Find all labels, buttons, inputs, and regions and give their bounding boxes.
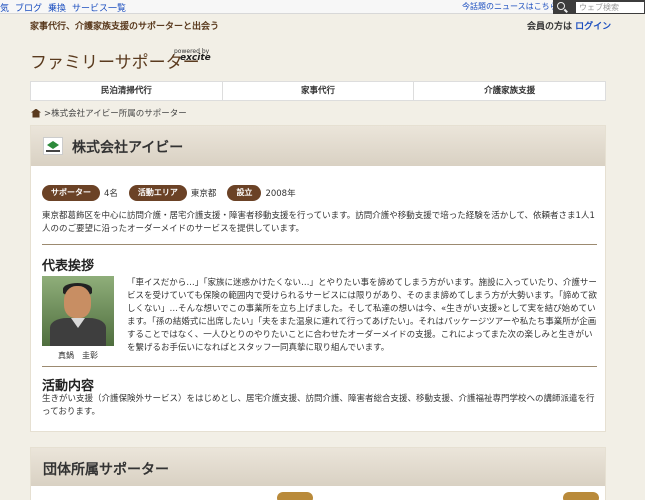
company-header: 株式会社アイビー bbox=[31, 126, 605, 166]
member-prefix: 会員の方は bbox=[527, 22, 573, 32]
company-logo-icon bbox=[43, 137, 63, 155]
home-icon[interactable] bbox=[31, 108, 41, 118]
login-link[interactable]: ログイン bbox=[575, 22, 611, 32]
search-input[interactable]: ウェブ検索 bbox=[576, 2, 644, 13]
search-icon[interactable] bbox=[557, 2, 565, 10]
nav-item-minpaku[interactable]: 民泊清掃代行 bbox=[31, 82, 223, 100]
web-search: ウェブ検索 bbox=[553, 0, 645, 14]
greeting-heading: 代表挨拶 bbox=[42, 259, 95, 274]
excite-logo[interactable]: excite bbox=[180, 54, 211, 63]
divider bbox=[42, 366, 597, 367]
breadcrumb-current: >株式会社アイビー所属のサポーター bbox=[44, 109, 187, 119]
company-card: 株式会社アイビー サポーター 4名 活動エリア 東京都 設立 2008年 東京都… bbox=[30, 125, 606, 432]
representative-photo bbox=[42, 276, 114, 346]
established-value: 2008年 bbox=[265, 189, 296, 199]
photo-face bbox=[64, 286, 91, 318]
site-tagline: 家事代行、介護家族支援のサポーターと出会う bbox=[30, 22, 220, 32]
area-value: 東京都 bbox=[190, 189, 217, 199]
supporters-label: サポーター bbox=[42, 185, 100, 201]
top-links: 気 ブログ 乗換 サービス一覧 bbox=[0, 1, 132, 14]
company-description: 東京都葛飾区を中心に訪問介護・居宅介護支援・障害者移動支援を行っています。訪問介… bbox=[42, 211, 595, 234]
activity-text: 生きがい支援（介護保険外サービス）をはじめとし、居宅介護支援、訪問介護、障害者総… bbox=[42, 394, 595, 417]
supporter-badge bbox=[277, 492, 313, 500]
member-login: 会員の方は ログイン bbox=[527, 19, 611, 32]
established-label: 設立 bbox=[227, 185, 262, 201]
area-label: 活動エリア bbox=[128, 185, 187, 201]
breadcrumb: >株式会社アイビー所属のサポーター bbox=[31, 107, 187, 119]
top-link-ki[interactable]: 気 bbox=[0, 1, 15, 14]
top-link-transit[interactable]: 乗換 bbox=[48, 1, 72, 14]
nav-item-housekeeping[interactable]: 家事代行 bbox=[223, 82, 415, 100]
top-bar: 気 ブログ 乗換 サービス一覧 今話題のニュースはこちら ウェブ検索 bbox=[0, 0, 645, 14]
news-link[interactable]: 今話題のニュースはこちら bbox=[462, 1, 558, 12]
greeting-text: 「車イスだから…」「家族に迷惑かけたくない…」とやりたい事を諦めてしまう方がいま… bbox=[127, 278, 597, 353]
representative-name: 真鍋 圭彰 bbox=[58, 351, 98, 360]
powered-by: powered by excite bbox=[174, 48, 211, 63]
main-nav: 民泊清掃代行 家事代行 介護家族支援 bbox=[30, 81, 606, 101]
group-header: 団体所属サポーター bbox=[31, 448, 605, 486]
supporter-badge bbox=[563, 492, 599, 500]
top-link-blog[interactable]: ブログ bbox=[15, 1, 48, 14]
group-supporters-card: 団体所属サポーター bbox=[30, 447, 606, 500]
activity-heading: 活動内容 bbox=[42, 379, 95, 394]
company-info: サポーター 4名 活動エリア 東京都 設立 2008年 bbox=[42, 185, 307, 201]
group-heading: 団体所属サポーター bbox=[43, 462, 169, 478]
nav-item-caregiving[interactable]: 介護家族支援 bbox=[414, 82, 605, 100]
divider bbox=[42, 244, 597, 245]
company-name: 株式会社アイビー bbox=[72, 140, 184, 156]
supporters-value: 4名 bbox=[104, 189, 118, 199]
top-link-services[interactable]: サービス一覧 bbox=[72, 1, 132, 14]
